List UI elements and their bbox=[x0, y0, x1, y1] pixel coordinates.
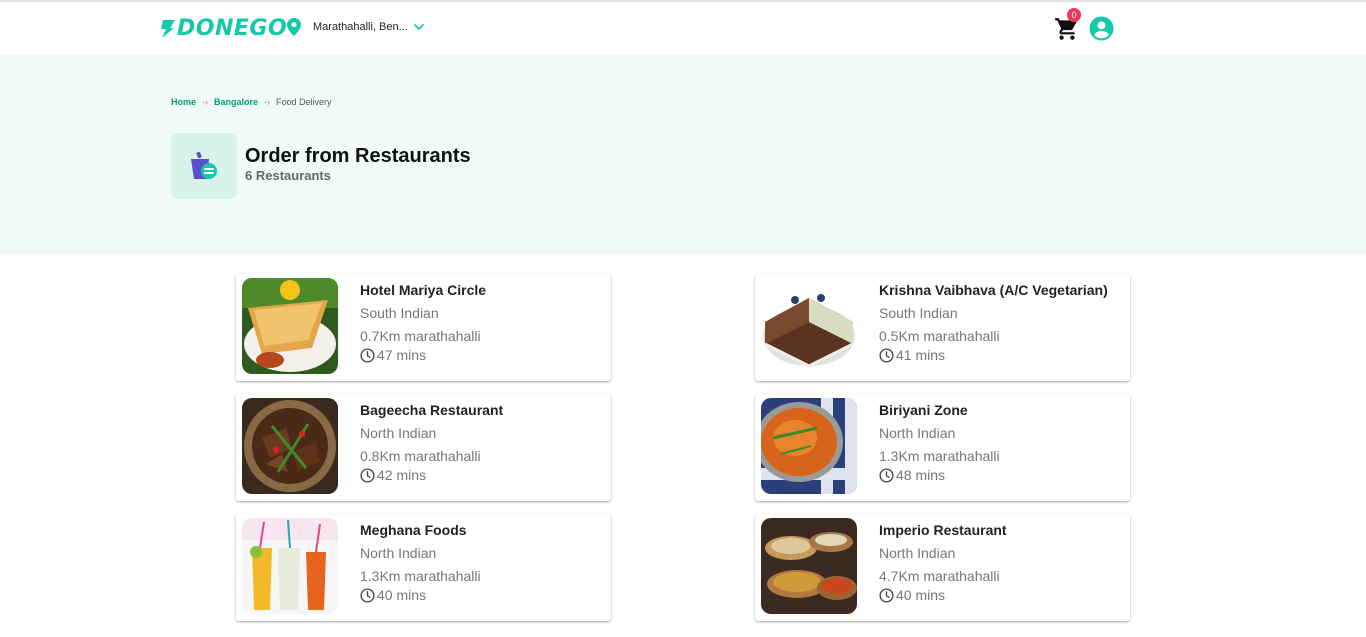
clock-icon bbox=[879, 348, 894, 363]
account-circle-icon[interactable] bbox=[1089, 16, 1114, 41]
food-delivery-icon bbox=[191, 151, 217, 179]
breadcrumb-city[interactable]: Bangalore bbox=[214, 97, 258, 107]
restaurant-distance: 0.7Km marathahalli bbox=[360, 328, 481, 344]
restaurant-cuisine: South Indian bbox=[360, 305, 439, 321]
restaurant-name: Hotel Mariya Circle bbox=[360, 282, 487, 298]
restaurant-count: 6 Restaurants bbox=[245, 168, 331, 183]
clock-icon bbox=[360, 468, 375, 483]
delivery-time-text: 41 mins bbox=[896, 347, 946, 363]
delivery-time-text: 48 mins bbox=[896, 467, 946, 483]
delivery-time-text: 40 mins bbox=[377, 587, 427, 603]
location-selector[interactable]: Marathahalli, Ben... bbox=[287, 18, 425, 36]
restaurant-distance: 4.7Km marathahalli bbox=[879, 568, 1000, 584]
restaurant-image bbox=[761, 398, 857, 494]
restaurant-image bbox=[761, 278, 857, 374]
restaurant-cuisine: South Indian bbox=[879, 305, 958, 321]
restaurant-image bbox=[242, 398, 338, 494]
restaurant-name: Meghana Foods bbox=[360, 522, 467, 538]
delivery-time: 42 mins bbox=[360, 467, 426, 483]
restaurant-name: Bageecha Restaurant bbox=[360, 402, 504, 418]
location-text: Marathahalli, Ben... bbox=[313, 21, 408, 33]
restaurant-distance: 0.5Km marathahalli bbox=[879, 328, 1000, 344]
location-pin-icon bbox=[287, 18, 301, 36]
logo-text: DONEGO bbox=[177, 16, 288, 41]
restaurant-card[interactable]: Biriyani Zone North Indian 1.3Km maratha… bbox=[755, 394, 1130, 501]
clock-icon bbox=[879, 588, 894, 603]
restaurant-cuisine: North Indian bbox=[360, 425, 437, 441]
delivery-time: 40 mins bbox=[360, 587, 426, 603]
chevron-down-icon bbox=[413, 24, 424, 31]
restaurant-image bbox=[761, 518, 857, 614]
restaurant-cuisine: North Indian bbox=[879, 545, 956, 561]
top-header: DONEGO Marathahalli, Ben... 0 bbox=[0, 2, 1366, 55]
page-title: Order from Restaurants bbox=[245, 145, 471, 167]
restaurant-distance: 0.8Km marathahalli bbox=[360, 448, 481, 464]
restaurant-card[interactable]: Krishna Vaibhava (A/C Vegetarian) South … bbox=[755, 274, 1130, 381]
clock-icon bbox=[360, 348, 375, 363]
brand-logo[interactable]: DONEGO bbox=[160, 16, 287, 41]
restaurant-card[interactable]: Imperio Restaurant North Indian 4.7Km ma… bbox=[755, 514, 1130, 621]
breadcrumb: Home -› Bangalore -› Food Delivery bbox=[171, 97, 332, 107]
delivery-time: 40 mins bbox=[879, 587, 945, 603]
logo-bolt-icon bbox=[161, 19, 175, 38]
category-hero: Home -› Bangalore -› Food Delivery Order… bbox=[0, 55, 1366, 254]
restaurant-name: Imperio Restaurant bbox=[879, 522, 1007, 538]
delivery-time: 47 mins bbox=[360, 347, 426, 363]
delivery-time: 41 mins bbox=[879, 347, 945, 363]
category-icon-box bbox=[171, 133, 237, 199]
restaurant-cuisine: North Indian bbox=[879, 425, 956, 441]
restaurant-cuisine: North Indian bbox=[360, 545, 437, 561]
restaurant-name: Biriyani Zone bbox=[879, 402, 968, 418]
restaurant-name: Krishna Vaibhava (A/C Vegetarian) bbox=[879, 282, 1108, 298]
clock-icon bbox=[360, 588, 375, 603]
restaurant-distance: 1.3Km marathahalli bbox=[360, 568, 481, 584]
restaurant-grid: Hotel Mariya Circle South Indian 0.7Km m… bbox=[0, 254, 1366, 637]
delivery-time: 48 mins bbox=[879, 467, 945, 483]
delivery-time-text: 47 mins bbox=[377, 347, 427, 363]
breadcrumb-current: Food Delivery bbox=[276, 97, 332, 107]
clock-icon bbox=[879, 468, 894, 483]
breadcrumb-home[interactable]: Home bbox=[171, 97, 196, 107]
breadcrumb-arrow-icon: -› bbox=[202, 97, 209, 107]
restaurant-image bbox=[242, 278, 338, 374]
breadcrumb-arrow-icon: -› bbox=[264, 97, 271, 107]
restaurant-card[interactable]: Meghana Foods North Indian 1.3Km maratha… bbox=[236, 514, 611, 621]
delivery-time-text: 42 mins bbox=[377, 467, 427, 483]
delivery-time-text: 40 mins bbox=[896, 587, 946, 603]
cart-count-badge: 0 bbox=[1067, 8, 1081, 22]
restaurant-image bbox=[242, 518, 338, 614]
restaurant-card[interactable]: Hotel Mariya Circle South Indian 0.7Km m… bbox=[236, 274, 611, 381]
restaurant-distance: 1.3Km marathahalli bbox=[879, 448, 1000, 464]
restaurant-card[interactable]: Bageecha Restaurant North Indian 0.8Km m… bbox=[236, 394, 611, 501]
